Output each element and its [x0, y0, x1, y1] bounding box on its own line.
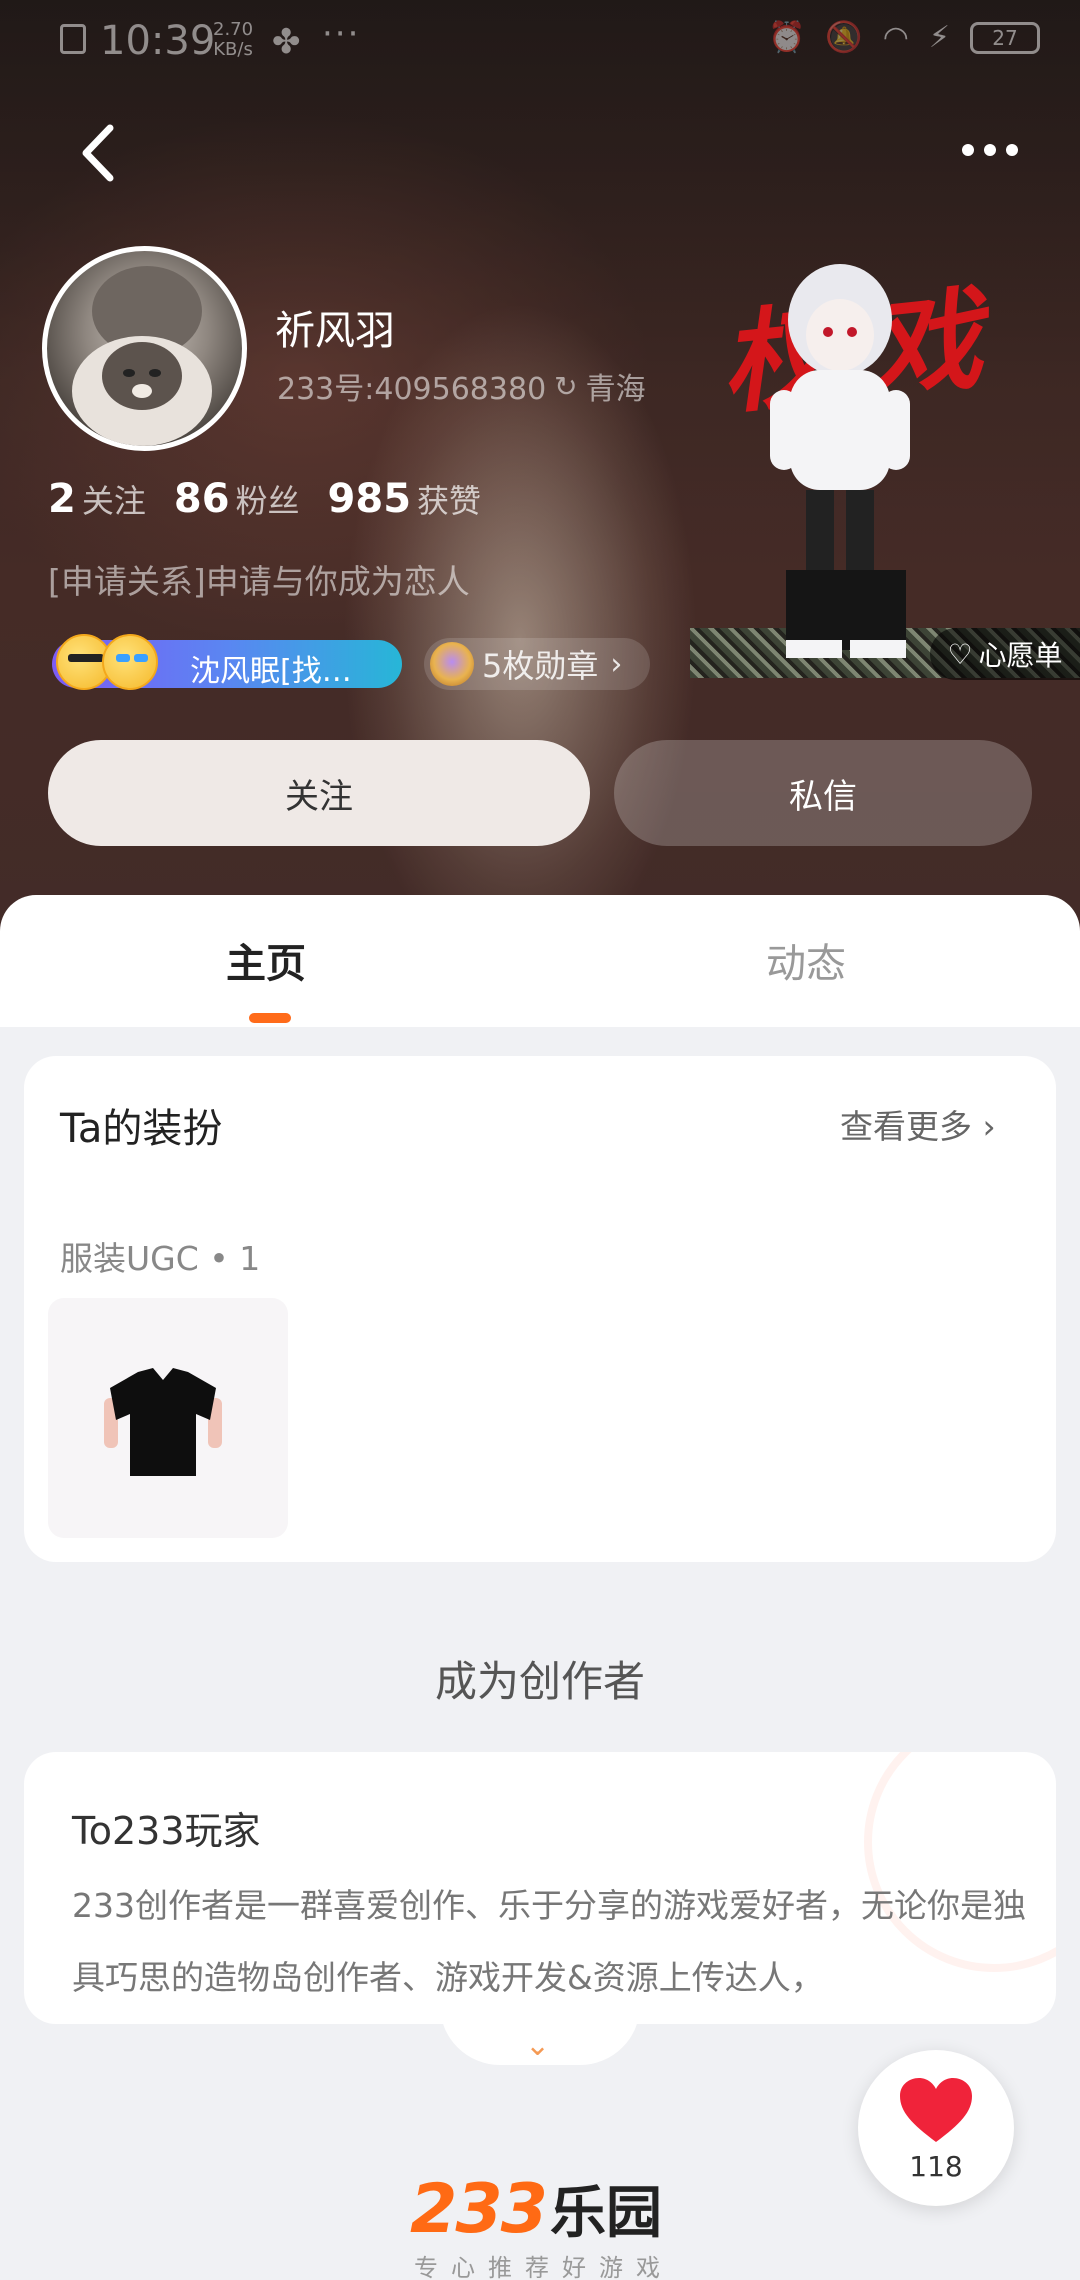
ugc-clothing-item[interactable]: [48, 1298, 288, 1538]
outfit-card: Ta的装扮 查看更多 › 服装UGC • 1: [24, 1056, 1056, 1562]
sim-icon: [60, 24, 86, 54]
followers-count[interactable]: 86: [174, 476, 230, 522]
tab-dynamic[interactable]: 动态: [766, 931, 846, 989]
status-time: 10:39: [100, 18, 216, 64]
dot-icon: [1006, 144, 1018, 156]
user-id: 233号:409568380: [277, 372, 547, 407]
heart-outline-icon: ♡: [947, 637, 973, 671]
outfit-title: Ta的装扮: [60, 1106, 223, 1152]
active-tab-indicator: [249, 1013, 291, 1023]
fan-icon: ✤: [272, 22, 301, 62]
username: 祈风羽: [275, 308, 395, 354]
wifi-icon: ◠: [882, 20, 909, 55]
avatar-character[interactable]: 权戏: [690, 240, 1080, 680]
dot-icon: [984, 144, 996, 156]
chevron-right-icon: ›: [610, 646, 623, 682]
location-icon: ↻: [554, 369, 578, 403]
logo-name: 乐园: [549, 2181, 662, 2246]
likes-label: 获赞: [417, 482, 482, 520]
character-figure: [770, 264, 910, 658]
creator-card-text: 233创作者是一群喜爱创作、乐于分享的游戏爱好者，无论你是独具巧思的造物岛创作者…: [72, 1886, 1026, 1997]
see-more-link[interactable]: 查看更多 ›: [840, 1100, 996, 1148]
user-id-line: 233号:409568380 ↻ 青海: [277, 364, 646, 408]
black-shirt-image: [104, 1368, 222, 1476]
like-button[interactable]: 118: [858, 2050, 1014, 2206]
medals-label: 5枚勋章: [482, 647, 599, 685]
followers-label[interactable]: 粉丝: [236, 476, 300, 522]
profile-screen: 10:39 2.70 KB/s ✤ ··· ⏰ 🔕 ◠ ⚡ 27 祈风羽 233…: [0, 0, 1080, 2280]
see-more-label: 查看更多: [840, 1107, 972, 1146]
ugc-label: 服装UGC • 1: [60, 1239, 261, 1278]
following-count[interactable]: 2: [48, 476, 76, 522]
creator-card-title: To233玩家: [72, 1809, 261, 1853]
logo-mark: 233: [410, 2170, 548, 2249]
alarm-icon: ⏰: [768, 20, 806, 55]
star-eyes-face-icon: [102, 634, 158, 690]
message-button[interactable]: 私信: [614, 740, 1032, 846]
avatar-cat-image: [72, 266, 212, 446]
profile-stats: 2 关注 86 粉丝 985 获赞: [48, 476, 509, 522]
profile-tabs: 主页 动态: [0, 895, 1080, 1027]
mute-icon: 🔕: [825, 20, 863, 55]
user-location: 青海: [585, 372, 646, 407]
avatar[interactable]: [42, 246, 247, 451]
following-label[interactable]: 关注: [82, 476, 146, 522]
back-button[interactable]: [72, 118, 132, 188]
dot-icon: [962, 144, 974, 156]
charging-icon: ⚡: [928, 20, 950, 55]
relationship-chip[interactable]: 沈风眠[找…: [52, 634, 402, 690]
status-bar: 10:39 2.70 KB/s ✤ ··· ⏰ 🔕 ◠ ⚡ 27: [0, 0, 1080, 80]
follow-button[interactable]: 关注: [48, 740, 590, 846]
heart-icon: [900, 2078, 972, 2142]
like-count: 118: [909, 2150, 963, 2183]
logo-slogan: 专心推荐好游戏: [414, 2254, 673, 2280]
tab-home[interactable]: 主页: [226, 931, 306, 989]
likes-count: 985: [327, 476, 412, 522]
medal-icon: [430, 642, 474, 686]
creator-section-heading: 成为创作者: [434, 1657, 645, 1706]
app-logo: 233乐园 专心推荐好游戏: [410, 2168, 680, 2280]
chevron-down-icon[interactable]: ⌄: [525, 2028, 550, 2063]
medals-button[interactable]: 5枚勋章 ›: [424, 638, 650, 690]
more-options-button[interactable]: [962, 130, 1032, 170]
wishlist-button[interactable]: ♡ 心愿单: [930, 628, 1080, 680]
wishlist-label: 心愿单: [978, 639, 1063, 672]
battery-icon: 27: [970, 21, 1040, 54]
relationship-partner-name: 沈风眠[找…: [190, 654, 352, 689]
chevron-right-icon: ›: [982, 1107, 996, 1146]
more-notifications-icon: ···: [322, 14, 361, 54]
profile-bio: [申请关系]申请与你成为恋人: [48, 562, 470, 601]
status-right-icons: ⏰ 🔕 ◠ ⚡ 27: [768, 20, 1040, 55]
creator-card[interactable]: To233玩家 233创作者是一群喜爱创作、乐于分享的游戏爱好者，无论你是独具巧…: [24, 1752, 1056, 2024]
back-arrow-icon: [82, 124, 114, 182]
network-speed: 2.70 KB/s: [213, 19, 254, 60]
